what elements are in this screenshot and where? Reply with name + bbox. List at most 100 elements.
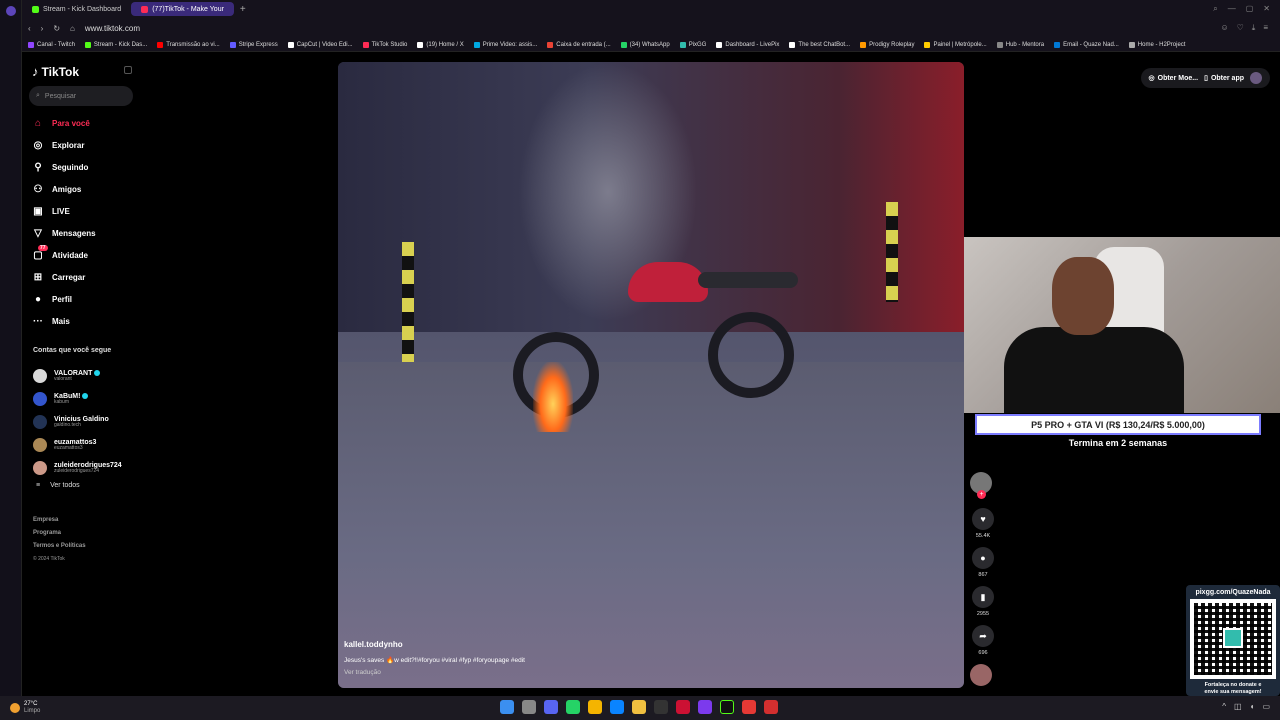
nav-item-messages[interactable]: ▽ Mensagens (32, 222, 142, 244)
url-field[interactable]: www.tiktok.com (85, 24, 140, 33)
bookmark-favicon-icon (229, 41, 236, 48)
nav-item-live[interactable]: ▣ LIVE (32, 200, 142, 222)
maximize-icon[interactable]: ▢ (1246, 4, 1254, 14)
video-username[interactable]: kallel.toddynho (344, 640, 403, 649)
bookmark-favicon-icon (996, 41, 1003, 48)
bookmark-item[interactable]: Email - Quaze Nad... (1054, 41, 1119, 48)
following-account[interactable]: euzamattos3 euzamattos3 (33, 433, 143, 456)
translate-link[interactable]: Ver tradução (344, 669, 381, 676)
chrome-icon[interactable] (588, 700, 602, 714)
app-icon[interactable] (698, 700, 712, 714)
bookmark-favicon-icon (84, 41, 91, 48)
mail-icon[interactable] (764, 700, 778, 714)
edge-icon[interactable] (610, 700, 624, 714)
search-input[interactable]: ⌕ Pesquisar (29, 86, 133, 106)
bookmark-item[interactable]: Stream - Kick Das... (84, 41, 147, 48)
discord-icon[interactable] (544, 700, 558, 714)
webcam-person (1004, 257, 1184, 413)
bookmark-item[interactable]: Painel | Metrópole... (924, 41, 987, 48)
notifications-icon[interactable]: ▭ (1262, 702, 1270, 711)
user-avatar[interactable] (1250, 72, 1262, 84)
nav-item-friends[interactable]: ⚇ Amigos (32, 178, 142, 200)
new-tab-icon[interactable]: + (240, 4, 246, 15)
bookmark-icon[interactable]: ♡ (1237, 23, 1244, 33)
video-description: Jesus's saves 🔥w edit?‼#foryou #viral #f… (344, 657, 525, 664)
volume-icon[interactable]: ◖ (1250, 702, 1255, 711)
bookmark-item[interactable]: The best ChatBot... (789, 41, 850, 48)
forward-icon[interactable]: › (41, 24, 44, 33)
file-explorer-icon[interactable] (632, 700, 646, 714)
get-coins-button[interactable]: ◎ Obter Moe... (1149, 74, 1199, 83)
back-icon[interactable]: ‹ (28, 24, 31, 33)
nav-item-more[interactable]: ··· Mais (32, 310, 142, 332)
nav-item-profile[interactable]: ● Perfil (32, 288, 142, 310)
opera-icon[interactable] (676, 700, 690, 714)
see-all-button[interactable]: ≡ Ver todos (36, 482, 80, 489)
bookmark-label: PixGG (688, 41, 707, 48)
comment-button[interactable]: ● 867 (970, 547, 996, 578)
following-account[interactable]: VALORANT valorant (33, 364, 143, 387)
minimize-icon[interactable]: — (1228, 4, 1236, 14)
extension-icon[interactable]: ☺ (1220, 23, 1228, 33)
search-tabs-icon[interactable]: ⌕ (1213, 4, 1217, 14)
tab-tiktok[interactable]: (77)TikTok - Make Your (131, 2, 234, 16)
network-icon[interactable]: ◫ (1234, 702, 1242, 711)
nav-label: LIVE (52, 206, 70, 216)
share-button[interactable]: ➦ 696 (970, 625, 996, 656)
bookmark-item[interactable]: Canal - Twitch (28, 41, 75, 48)
bookmark-item[interactable]: Prime Video: assis... (473, 41, 537, 48)
bookmark-item[interactable]: Prodigy Roleplay (860, 41, 914, 48)
whatsapp-icon[interactable] (566, 700, 580, 714)
tab-kick-dashboard[interactable]: Stream - Kick Dashboard (22, 2, 131, 16)
windows-start-icon[interactable] (500, 700, 514, 714)
music-disc-icon[interactable] (970, 664, 992, 686)
footer-link-company[interactable]: Empresa (33, 514, 86, 527)
capcut-icon[interactable] (654, 700, 668, 714)
video-player[interactable]: kallel.toddynho Jesus's saves 🔥w edit?‼#… (338, 62, 964, 688)
nav-item-home[interactable]: ⌂ Para você (32, 112, 142, 134)
kick-app-icon[interactable] (720, 700, 734, 714)
like-button[interactable]: ♥ 55.4K (970, 508, 996, 539)
follow-plus-icon[interactable]: + (977, 490, 986, 499)
anydesk-icon[interactable] (742, 700, 756, 714)
nav-item-following[interactable]: ⚲ Seguindo (32, 156, 142, 178)
opera-logo-icon[interactable] (5, 6, 16, 16)
bookmark-item[interactable]: Stripe Express (229, 41, 278, 48)
bookmark-item[interactable]: CapCut | Video Edi... (287, 41, 353, 48)
get-app-button[interactable]: ▯ Obter app (1204, 74, 1244, 83)
tiktok-logo[interactable]: ♪ TikTok (32, 64, 79, 79)
footer-link-terms[interactable]: Termos e Políticas (33, 540, 86, 553)
weather-widget[interactable]: 27°C Limpo (0, 701, 40, 715)
phone-icon: ▯ (1204, 75, 1208, 82)
following-account[interactable]: Vinicius Galdino galdino.tech (33, 410, 143, 433)
reload-icon[interactable]: ↻ (53, 24, 60, 33)
bookmark-item[interactable]: TikTok Studio (362, 41, 407, 48)
nav-item-compass[interactable]: ◎ Explorar (32, 134, 142, 156)
tray-chevron-icon[interactable]: ^ (1222, 702, 1226, 711)
collapse-sidebar-icon[interactable] (124, 66, 132, 74)
bookmark-item[interactable]: (34) WhatsApp (620, 41, 670, 48)
menu-icon[interactable]: ≡ (1263, 23, 1268, 33)
footer-link-program[interactable]: Programa (33, 527, 86, 540)
bookmark-item[interactable]: (19) Home / X (417, 41, 464, 48)
following-account[interactable]: zuleiderodrigues724 zuleiderodrigues724 (33, 456, 143, 479)
save-button[interactable]: ▮ 2955 (970, 586, 996, 617)
chatgpt-icon[interactable] (522, 700, 536, 714)
comment-icon: ● (972, 547, 994, 569)
bookmark-item[interactable]: Hub - Mentora (996, 41, 1044, 48)
bookmark-item[interactable]: Transmissão ao vi... (157, 41, 220, 48)
address-bar: ‹ › ↻ ⌂ www.tiktok.com ☺ ♡ ⤓ ≡ (22, 18, 1280, 38)
bookmark-item[interactable]: Dashboard - LivePix (716, 41, 779, 48)
bookmark-item[interactable]: Home - H2Project (1128, 41, 1185, 48)
author-avatar[interactable]: + (970, 472, 992, 499)
account-handle: kabum (54, 398, 70, 405)
nav-item-upload[interactable]: ⊞ Carregar (32, 266, 142, 288)
search-icon: ⌕ (36, 92, 40, 99)
bookmark-item[interactable]: Caixa de entrada (... (547, 41, 611, 48)
download-icon[interactable]: ⤓ (1252, 23, 1256, 33)
nav-item-activity[interactable]: ▢ 77 Atividade (32, 244, 142, 266)
bookmark-item[interactable]: PixGG (679, 41, 707, 48)
home-icon[interactable]: ⌂ (70, 24, 75, 33)
following-account[interactable]: KaBuM! kabum (33, 387, 143, 410)
close-window-icon[interactable]: ✕ (1263, 4, 1270, 14)
